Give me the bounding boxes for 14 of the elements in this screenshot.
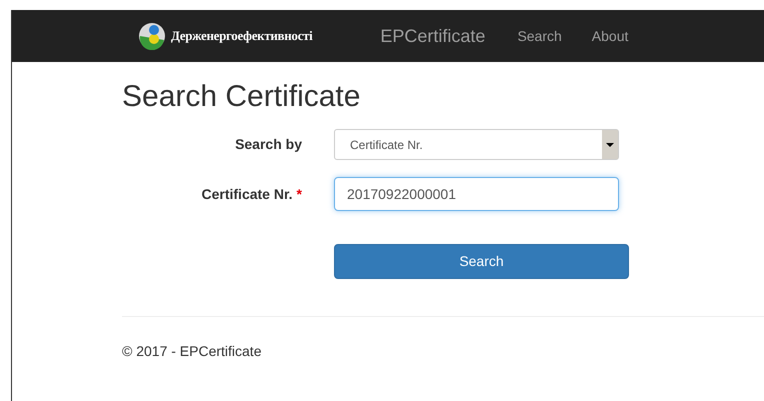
- search-by-select[interactable]: Certificate Nr.: [334, 129, 619, 160]
- field-label: Certificate Nr.: [202, 186, 293, 202]
- required-mark: *: [296, 186, 302, 202]
- brand-text[interactable]: Держенергоефективності: [171, 26, 312, 46]
- field-label: Search by: [234, 135, 302, 154]
- search-button[interactable]: Search: [334, 244, 629, 279]
- nav-link[interactable]: Search: [517, 26, 562, 46]
- caret-icon: [602, 130, 618, 159]
- logo-icon: [137, 22, 167, 50]
- footer-text: © 2017 - EPCertificate: [122, 342, 262, 361]
- app-name-link[interactable]: EPCertificate: [380, 22, 486, 50]
- page-title: Search Certificate: [122, 79, 362, 115]
- certificate-nr-field[interactable]: 20170922000001: [334, 177, 619, 211]
- nav-link[interactable]: About: [592, 26, 628, 46]
